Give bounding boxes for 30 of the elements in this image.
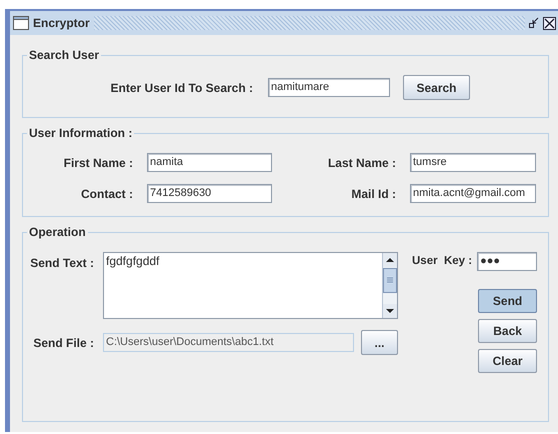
text-field[interactable]: namita [147,153,272,172]
field-label: Send Text : [29,255,94,272]
text-field[interactable]: tumsre [410,153,536,172]
action-button[interactable]: Send [478,289,538,313]
scrollbar-thumb[interactable] [383,268,397,293]
field-label: User Key : [412,254,472,269]
field-label: Send File : [32,334,94,352]
restore-icon[interactable] [529,17,539,29]
user-id-field[interactable]: namitumare [268,78,390,97]
scroll-down-icon[interactable] [383,304,397,318]
window-title: Encryptor [33,15,90,32]
text-field[interactable]: 7412589630 [147,184,272,203]
user-key-field[interactable]: ●●● [477,252,538,271]
window-icon [13,16,29,30]
group-title: Operation [27,225,88,239]
field-label: Enter User Id To Search : [110,80,253,96]
group-title: Search User [27,48,102,62]
field-label: First Name : [62,154,133,172]
close-icon[interactable] [543,16,556,30]
send-text-area[interactable]: fgdfgfgddf [103,252,398,319]
group-title: User Information : [27,126,134,140]
field-label: Contact : [80,186,133,202]
field-label: Last Name : [326,154,396,172]
search-button[interactable]: Search [403,75,470,100]
scroll-up-icon[interactable] [383,253,397,267]
browse-button[interactable]: ... [361,330,398,355]
action-button[interactable]: Back [478,319,538,343]
field-label: Mail Id : [350,186,396,202]
text-field[interactable]: nmita.acnt@gmail.com [410,184,536,203]
action-button[interactable]: Clear [478,349,538,373]
